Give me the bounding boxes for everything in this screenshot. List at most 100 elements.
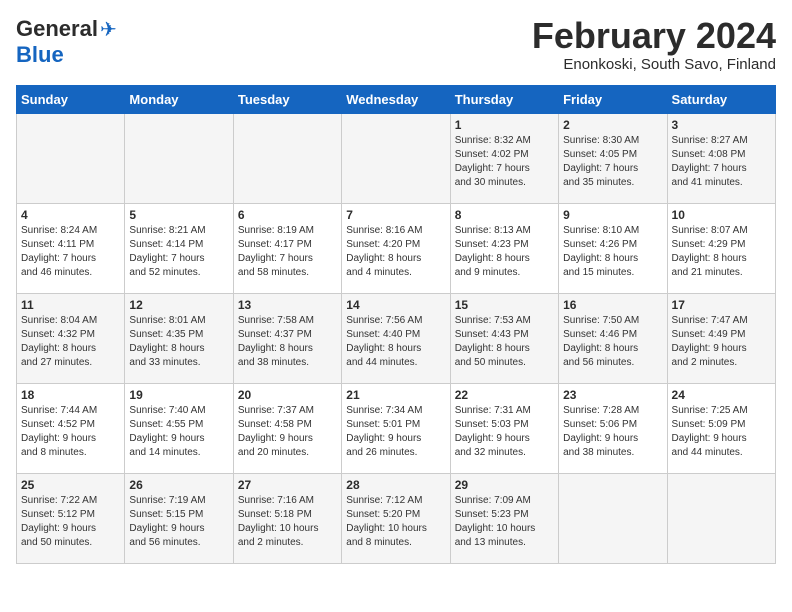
calendar-week-3: 11 Sunrise: 8:04 AM Sunset: 4:32 PM Dayli… bbox=[17, 293, 776, 383]
logo-general-text: General bbox=[16, 16, 98, 42]
day-info: Sunrise: 7:56 AM Sunset: 4:40 PM Dayligh… bbox=[346, 314, 445, 370]
day-number: 22 bbox=[455, 388, 554, 402]
title-section: February 2024 Enonkoski, South Savo, Fin… bbox=[532, 16, 776, 73]
logo: General ✈ Blue bbox=[16, 16, 117, 68]
table-cell: 23 Sunrise: 7:28 AM Sunset: 5:06 PM Dayli… bbox=[559, 383, 667, 473]
day-number: 13 bbox=[238, 298, 337, 312]
table-cell bbox=[667, 473, 775, 563]
col-monday: Monday bbox=[125, 85, 233, 113]
table-cell bbox=[17, 113, 125, 203]
table-cell: 28Sunrise: 7:12 AM Sunset: 5:20 PM Dayli… bbox=[342, 473, 450, 563]
page-header: General ✈ Blue February 2024 Enonkoski, … bbox=[16, 16, 776, 73]
day-info: Sunrise: 7:50 AM Sunset: 4:46 PM Dayligh… bbox=[563, 314, 662, 370]
calendar-week-1: 1Sunrise: 8:32 AM Sunset: 4:02 PM Daylig… bbox=[17, 113, 776, 203]
day-number: 2 bbox=[563, 118, 662, 132]
day-number: 9 bbox=[563, 208, 662, 222]
table-cell: 11 Sunrise: 8:04 AM Sunset: 4:32 PM Dayli… bbox=[17, 293, 125, 383]
table-cell bbox=[233, 113, 341, 203]
day-info: Sunrise: 8:19 AM Sunset: 4:17 PM Dayligh… bbox=[238, 224, 337, 280]
location-subtitle: Enonkoski, South Savo, Finland bbox=[532, 56, 776, 73]
day-info: Sunrise: 8:04 AM Sunset: 4:32 PM Dayligh… bbox=[21, 314, 120, 370]
col-wednesday: Wednesday bbox=[342, 85, 450, 113]
calendar-week-2: 4 Sunrise: 8:24 AM Sunset: 4:11 PM Daylig… bbox=[17, 203, 776, 293]
table-cell: 26 Sunrise: 7:19 AM Sunset: 5:15 PM Dayli… bbox=[125, 473, 233, 563]
day-info: Sunrise: 7:19 AM Sunset: 5:15 PM Dayligh… bbox=[129, 494, 228, 550]
table-cell: 20 Sunrise: 7:37 AM Sunset: 4:58 PM Dayli… bbox=[233, 383, 341, 473]
col-saturday: Saturday bbox=[667, 85, 775, 113]
calendar-table: Sunday Monday Tuesday Wednesday Thursday… bbox=[16, 85, 776, 564]
day-info: Sunrise: 7:25 AM Sunset: 5:09 PM Dayligh… bbox=[672, 404, 771, 460]
table-cell: 3 Sunrise: 8:27 AM Sunset: 4:08 PM Daylig… bbox=[667, 113, 775, 203]
month-title: February 2024 bbox=[532, 16, 776, 56]
day-number: 17 bbox=[672, 298, 771, 312]
day-info: Sunrise: 8:21 AM Sunset: 4:14 PM Dayligh… bbox=[129, 224, 228, 280]
calendar-week-4: 18 Sunrise: 7:44 AM Sunset: 4:52 PM Dayli… bbox=[17, 383, 776, 473]
day-info: Sunrise: 7:37 AM Sunset: 4:58 PM Dayligh… bbox=[238, 404, 337, 460]
table-cell bbox=[125, 113, 233, 203]
day-info: Sunrise: 8:24 AM Sunset: 4:11 PM Dayligh… bbox=[21, 224, 120, 280]
day-info: Sunrise: 8:30 AM Sunset: 4:05 PM Dayligh… bbox=[563, 134, 662, 190]
day-number: 27 bbox=[238, 478, 337, 492]
day-info: Sunrise: 8:32 AM Sunset: 4:02 PM Dayligh… bbox=[455, 134, 554, 190]
logo-bird-icon: ✈ bbox=[100, 17, 117, 42]
day-number: 23 bbox=[563, 388, 662, 402]
col-friday: Friday bbox=[559, 85, 667, 113]
table-cell: 16 Sunrise: 7:50 AM Sunset: 4:46 PM Dayli… bbox=[559, 293, 667, 383]
table-cell: 4 Sunrise: 8:24 AM Sunset: 4:11 PM Daylig… bbox=[17, 203, 125, 293]
table-cell: 19Sunrise: 7:40 AM Sunset: 4:55 PM Dayli… bbox=[125, 383, 233, 473]
day-number: 3 bbox=[672, 118, 771, 132]
day-info: Sunrise: 7:09 AM Sunset: 5:23 PM Dayligh… bbox=[455, 494, 554, 550]
table-cell bbox=[342, 113, 450, 203]
day-number: 6 bbox=[238, 208, 337, 222]
day-info: Sunrise: 7:12 AM Sunset: 5:20 PM Dayligh… bbox=[346, 494, 445, 550]
day-number: 24 bbox=[672, 388, 771, 402]
day-info: Sunrise: 7:28 AM Sunset: 5:06 PM Dayligh… bbox=[563, 404, 662, 460]
day-number: 21 bbox=[346, 388, 445, 402]
table-cell: 24 Sunrise: 7:25 AM Sunset: 5:09 PM Dayli… bbox=[667, 383, 775, 473]
day-number: 5 bbox=[129, 208, 228, 222]
day-info: Sunrise: 7:53 AM Sunset: 4:43 PM Dayligh… bbox=[455, 314, 554, 370]
day-info: Sunrise: 8:01 AM Sunset: 4:35 PM Dayligh… bbox=[129, 314, 228, 370]
day-number: 16 bbox=[563, 298, 662, 312]
calendar-header-row: Sunday Monday Tuesday Wednesday Thursday… bbox=[17, 85, 776, 113]
day-info: Sunrise: 7:34 AM Sunset: 5:01 PM Dayligh… bbox=[346, 404, 445, 460]
day-info: Sunrise: 7:47 AM Sunset: 4:49 PM Dayligh… bbox=[672, 314, 771, 370]
table-cell: 25 Sunrise: 7:22 AM Sunset: 5:12 PM Dayli… bbox=[17, 473, 125, 563]
day-number: 4 bbox=[21, 208, 120, 222]
day-number: 10 bbox=[672, 208, 771, 222]
day-info: Sunrise: 8:07 AM Sunset: 4:29 PM Dayligh… bbox=[672, 224, 771, 280]
day-info: Sunrise: 8:13 AM Sunset: 4:23 PM Dayligh… bbox=[455, 224, 554, 280]
col-thursday: Thursday bbox=[450, 85, 558, 113]
table-cell: 6 Sunrise: 8:19 AM Sunset: 4:17 PM Daylig… bbox=[233, 203, 341, 293]
table-cell: 5 Sunrise: 8:21 AM Sunset: 4:14 PM Daylig… bbox=[125, 203, 233, 293]
table-cell: 7Sunrise: 8:16 AM Sunset: 4:20 PM Daylig… bbox=[342, 203, 450, 293]
day-info: Sunrise: 7:58 AM Sunset: 4:37 PM Dayligh… bbox=[238, 314, 337, 370]
col-tuesday: Tuesday bbox=[233, 85, 341, 113]
day-info: Sunrise: 7:31 AM Sunset: 5:03 PM Dayligh… bbox=[455, 404, 554, 460]
day-number: 15 bbox=[455, 298, 554, 312]
day-number: 25 bbox=[21, 478, 120, 492]
day-info: Sunrise: 7:40 AM Sunset: 4:55 PM Dayligh… bbox=[129, 404, 228, 460]
day-info: Sunrise: 8:16 AM Sunset: 4:20 PM Dayligh… bbox=[346, 224, 445, 280]
table-cell bbox=[559, 473, 667, 563]
table-cell: 13 Sunrise: 7:58 AM Sunset: 4:37 PM Dayli… bbox=[233, 293, 341, 383]
table-cell: 8Sunrise: 8:13 AM Sunset: 4:23 PM Daylig… bbox=[450, 203, 558, 293]
table-cell: 14Sunrise: 7:56 AM Sunset: 4:40 PM Dayli… bbox=[342, 293, 450, 383]
table-cell: 22 Sunrise: 7:31 AM Sunset: 5:03 PM Dayli… bbox=[450, 383, 558, 473]
table-cell: 2 Sunrise: 8:30 AM Sunset: 4:05 PM Daylig… bbox=[559, 113, 667, 203]
table-cell: 9 Sunrise: 8:10 AM Sunset: 4:26 PM Daylig… bbox=[559, 203, 667, 293]
table-cell: 27 Sunrise: 7:16 AM Sunset: 5:18 PM Dayli… bbox=[233, 473, 341, 563]
day-info: Sunrise: 8:27 AM Sunset: 4:08 PM Dayligh… bbox=[672, 134, 771, 190]
day-number: 18 bbox=[21, 388, 120, 402]
day-number: 12 bbox=[129, 298, 228, 312]
table-cell: 12 Sunrise: 8:01 AM Sunset: 4:35 PM Dayli… bbox=[125, 293, 233, 383]
day-info: Sunrise: 7:22 AM Sunset: 5:12 PM Dayligh… bbox=[21, 494, 120, 550]
day-info: Sunrise: 7:16 AM Sunset: 5:18 PM Dayligh… bbox=[238, 494, 337, 550]
day-info: Sunrise: 7:44 AM Sunset: 4:52 PM Dayligh… bbox=[21, 404, 120, 460]
day-number: 26 bbox=[129, 478, 228, 492]
table-cell: 18 Sunrise: 7:44 AM Sunset: 4:52 PM Dayli… bbox=[17, 383, 125, 473]
day-info: Sunrise: 8:10 AM Sunset: 4:26 PM Dayligh… bbox=[563, 224, 662, 280]
day-number: 20 bbox=[238, 388, 337, 402]
table-cell: 10 Sunrise: 8:07 AM Sunset: 4:29 PM Dayli… bbox=[667, 203, 775, 293]
day-number: 11 bbox=[21, 298, 120, 312]
